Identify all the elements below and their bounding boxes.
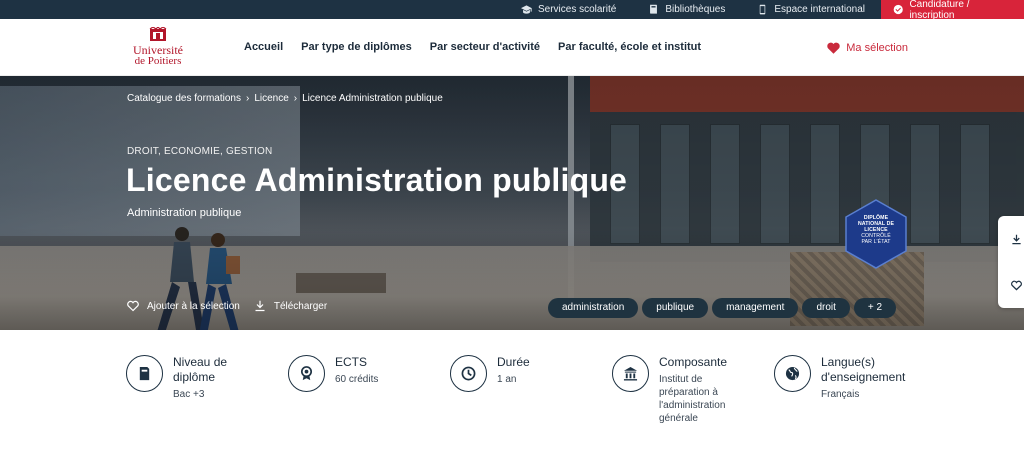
candidature-inscription-label: Candidature / inscription bbox=[909, 0, 970, 21]
download-label: Télécharger bbox=[273, 300, 328, 312]
institution-icon bbox=[623, 366, 638, 381]
tag-droit[interactable]: droit bbox=[802, 298, 850, 318]
tag-more[interactable]: + 2 bbox=[853, 298, 897, 318]
heart-outline-icon bbox=[127, 300, 139, 312]
diploma-icon bbox=[139, 366, 150, 381]
floating-download-button[interactable] bbox=[1008, 231, 1024, 247]
nav-item-type-diplomes[interactable]: Par type de diplômes bbox=[301, 41, 412, 53]
phone-icon bbox=[760, 4, 766, 15]
services-scolarite-label: Services scolarité bbox=[537, 4, 617, 15]
info-value: 60 crédits bbox=[335, 374, 379, 385]
info-langue: Langue(s) d'enseignement Français bbox=[774, 355, 924, 401]
bibliotheques-link[interactable]: Bibliothèques bbox=[632, 0, 741, 19]
nav-item-faculte[interactable]: Par faculté, école et institut bbox=[558, 41, 701, 53]
clock-icon bbox=[461, 366, 476, 381]
heart-outline-icon bbox=[1010, 280, 1022, 290]
my-selection-link[interactable]: Ma sélection bbox=[827, 19, 908, 76]
hero-kicker: DROIT, ECONOMIE, GESTION bbox=[127, 146, 273, 157]
info-niveau-diplome: Niveau de diplôme Bac +3 bbox=[126, 355, 266, 401]
espace-international-link[interactable]: Espace international bbox=[741, 0, 881, 19]
add-to-selection-label: Ajouter à la sélection bbox=[147, 300, 240, 312]
info-value: Bac +3 bbox=[173, 389, 205, 400]
nav-item-secteur-activite[interactable]: Par secteur d'activité bbox=[430, 41, 540, 53]
floating-favorite-button[interactable] bbox=[1008, 277, 1024, 293]
hero-actions: Ajouter à la sélection Télécharger bbox=[127, 300, 327, 312]
services-scolarite-link[interactable]: Services scolarité bbox=[505, 0, 632, 19]
hero-banner: Catalogue des formations › Licence › Lic… bbox=[0, 76, 1024, 330]
crest-icon bbox=[149, 27, 167, 41]
breadcrumb-item-current: Licence Administration publique bbox=[302, 93, 443, 104]
logo-line2: de Poitiers bbox=[134, 55, 182, 67]
info-duree: Durée 1 an bbox=[450, 355, 590, 392]
breadcrumb-item-catalogue[interactable]: Catalogue des formations bbox=[127, 93, 241, 104]
top-utility-bar: Services scolarité Bibliothèques Espace … bbox=[0, 0, 1024, 21]
floating-action-bar bbox=[998, 216, 1024, 308]
institution-icon-circle bbox=[612, 355, 649, 392]
page-title: Licence Administration publique bbox=[126, 162, 628, 198]
medal-icon bbox=[300, 366, 313, 381]
keyword-tags: administration publique management droit… bbox=[548, 298, 897, 318]
main-nav: Université de Poitiers Accueil Par type … bbox=[0, 19, 1024, 76]
heart-icon bbox=[827, 42, 840, 54]
breadcrumb-item-licence[interactable]: Licence bbox=[254, 93, 288, 104]
check-circle-icon bbox=[893, 4, 903, 15]
clock-icon-circle bbox=[450, 355, 487, 392]
breadcrumb: Catalogue des formations › Licence › Lic… bbox=[127, 93, 443, 104]
key-info-strip: Niveau de diplôme Bac +3 ECTS 60 crédits… bbox=[0, 330, 1024, 461]
info-value: Français bbox=[821, 389, 860, 400]
medal-icon-circle bbox=[288, 355, 325, 392]
tag-publique[interactable]: publique bbox=[642, 298, 709, 318]
tag-administration[interactable]: administration bbox=[548, 298, 639, 318]
info-label: Composante bbox=[659, 355, 728, 369]
chevron-right-icon: › bbox=[245, 93, 250, 104]
add-to-selection-button[interactable]: Ajouter à la sélection bbox=[127, 300, 240, 312]
diplome-national-badge: DIPLÔME NATIONAL DE LICENCE CONTRÔLÉ PAR… bbox=[845, 199, 907, 269]
page-subtitle: Administration publique bbox=[127, 207, 242, 219]
info-label: Niveau de diplôme bbox=[173, 355, 228, 384]
my-selection-label: Ma sélection bbox=[846, 41, 908, 54]
university-logo[interactable]: Université de Poitiers bbox=[126, 27, 190, 67]
nav-item-accueil[interactable]: Accueil bbox=[244, 41, 283, 53]
info-ects: ECTS 60 crédits bbox=[288, 355, 428, 392]
diploma-icon-circle bbox=[126, 355, 163, 392]
globe-icon-circle bbox=[774, 355, 811, 392]
info-value: Institut de préparation à l'administrati… bbox=[659, 374, 726, 424]
download-icon bbox=[255, 300, 265, 312]
globe-icon bbox=[785, 366, 800, 381]
graduation-cap-icon bbox=[520, 5, 532, 14]
info-label: Durée bbox=[497, 355, 530, 369]
bibliotheques-label: Bibliothèques bbox=[665, 4, 726, 15]
book-icon bbox=[650, 4, 658, 14]
candidature-inscription-button[interactable]: Candidature / inscription bbox=[881, 0, 1024, 21]
badge-line5: PAR L'ÉTAT bbox=[861, 239, 891, 245]
info-label: ECTS bbox=[335, 355, 368, 369]
download-button[interactable]: Télécharger bbox=[254, 300, 327, 312]
espace-international-label: Espace international bbox=[774, 4, 865, 15]
info-value: 1 an bbox=[497, 374, 517, 385]
info-label: Langue(s) d'enseignement bbox=[821, 355, 906, 384]
tag-management[interactable]: management bbox=[712, 298, 799, 318]
download-icon bbox=[1011, 234, 1021, 244]
chevron-right-icon: › bbox=[293, 93, 298, 104]
info-composante: Composante Institut de préparation à l'a… bbox=[612, 355, 762, 425]
